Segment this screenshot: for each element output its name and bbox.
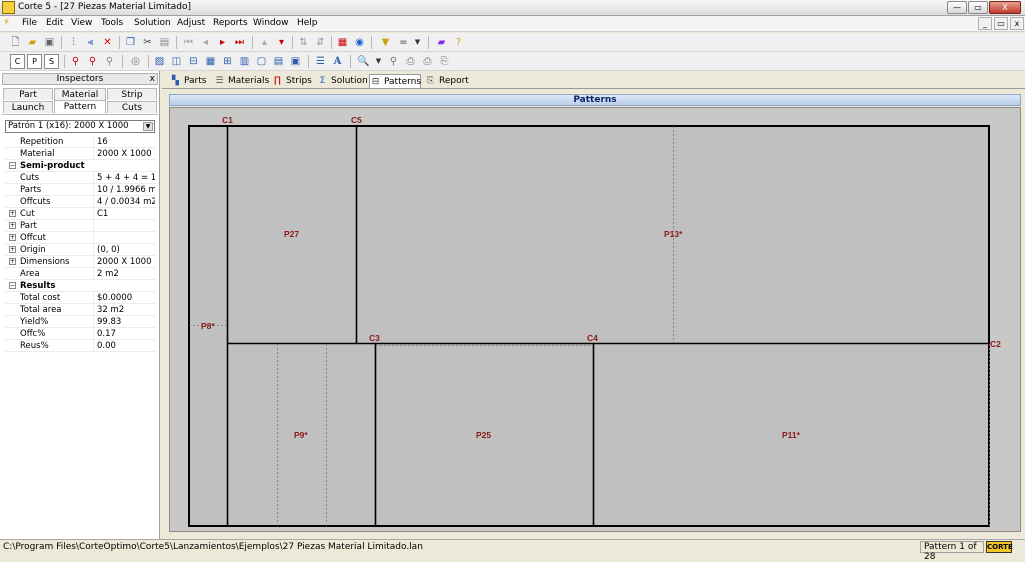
piece-label-p13[interactable]: P13* — [664, 229, 683, 239]
cut-label-c5: C5 — [351, 115, 362, 125]
piece-label-p25[interactable]: P25 — [476, 430, 491, 440]
status-bar: C:\Program Files\CorteOptimo\Corte5\Lanz… — [0, 539, 1025, 562]
cut-label-c3: C3 — [369, 333, 380, 343]
pattern-drawing: C1 C5 C3 C4 C2 P27 P13* P8* P9* P25 P11* — [189, 115, 1001, 527]
piece-label-p27[interactable]: P27 — [284, 229, 299, 239]
status-file-path: C:\Program Files\CorteOptimo\Corte5\Lanz… — [3, 542, 423, 552]
status-page-indicator: Pattern 1 of 28 — [920, 541, 984, 562]
cut-label-c2: C2 — [990, 339, 1001, 349]
piece-label-p9[interactable]: P9* — [294, 430, 308, 440]
piece-label-p8[interactable]: P8* — [201, 321, 215, 331]
tab-pattern[interactable]: Pattern — [54, 100, 106, 114]
corte-logo: CORTE — [986, 541, 1013, 553]
cut-label-c4: C4 — [587, 333, 598, 343]
piece-label-p11[interactable]: P11* — [782, 430, 801, 440]
cut-label-c1: C1 — [222, 115, 233, 125]
